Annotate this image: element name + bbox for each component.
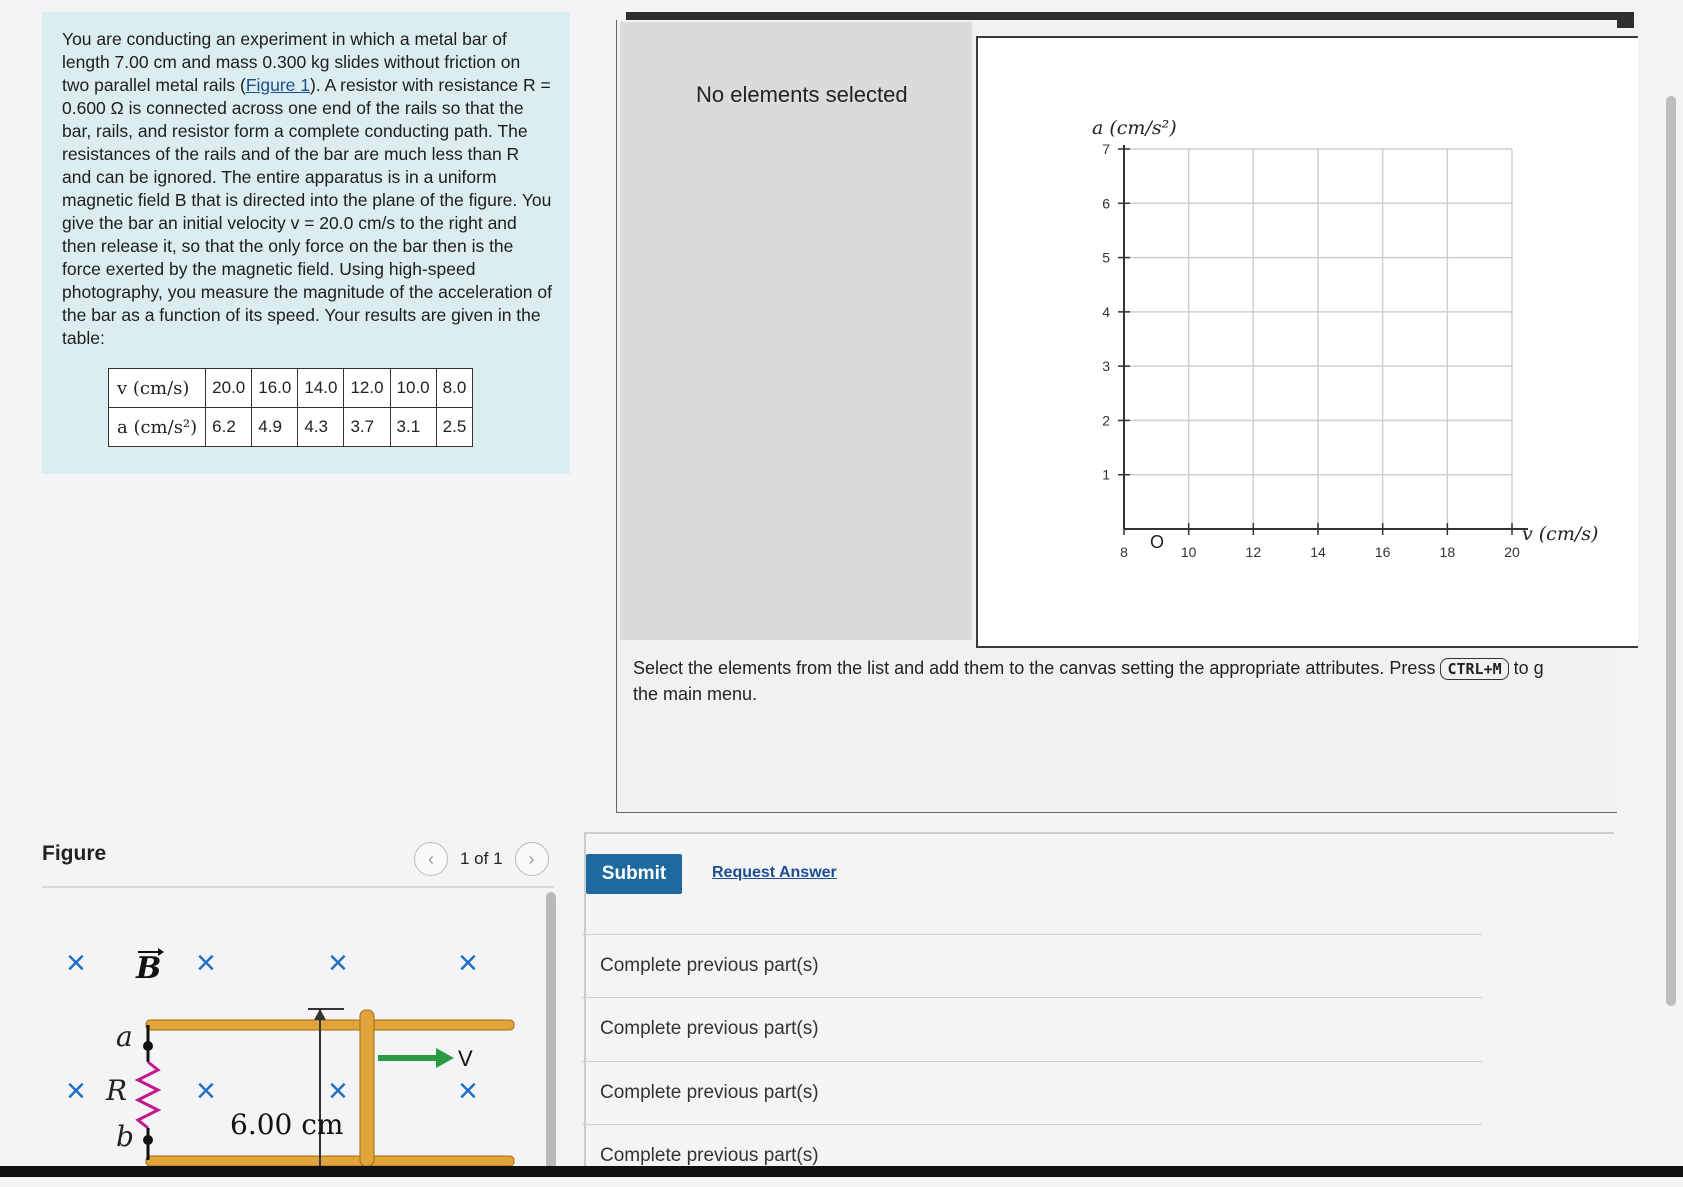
figure-page-count: 1 of 1 (460, 849, 503, 868)
table-cell: 3.7 (343, 407, 391, 447)
next-figure-button[interactable]: › (514, 842, 549, 876)
list-item: Complete previous part(s) (582, 934, 1482, 997)
figure-divider (42, 886, 554, 888)
velocity-arrowhead (436, 1048, 454, 1068)
problem-text-part2: ). A resistor with resistance R = 0.600 … (62, 75, 552, 348)
table-cell: 4.9 (251, 407, 299, 447)
table-cell: 2.5 (435, 407, 474, 447)
x-tick-label: 16 (1375, 544, 1391, 560)
node-a (143, 1041, 153, 1051)
table-row: a (cm/s²) 6.2 4.9 4.3 3.7 3.1 2.5 (107, 407, 474, 447)
table-cell: 10.0 (389, 368, 437, 408)
part-status: Complete previous part(s) (600, 1082, 819, 1103)
graph-grid (1123, 148, 1513, 530)
y-tick-label: 6 (1102, 195, 1110, 211)
x-tick-label: 14 (1310, 544, 1326, 560)
y-tick-label: 1 (1102, 467, 1110, 483)
list-item: Complete previous part(s) (582, 1124, 1482, 1187)
field-cross: × (328, 1072, 348, 1110)
table-cell: 3.1 (389, 407, 437, 447)
prev-figure-button[interactable]: ‹ (414, 842, 448, 876)
section-divider (584, 832, 1614, 834)
chevron-left-icon: ‹ (428, 848, 434, 869)
problem-text: You are conducting an experiment in whic… (62, 28, 552, 350)
field-cross: × (328, 944, 348, 982)
y-tick-label: 7 (1102, 141, 1110, 157)
figure-scrollbar[interactable] (546, 892, 556, 1177)
instructions-after-key: to g (1513, 658, 1544, 678)
circuit-figure: × × × × B a b R × × × × 6.00 cm V (66, 944, 515, 1166)
field-cross: × (196, 1072, 216, 1110)
bottom-rail (145, 1155, 515, 1166)
y-axis-label: a (cm/s²) (1092, 117, 1177, 139)
x-tick-label: 12 (1246, 544, 1262, 560)
part-status: Complete previous part(s) (600, 1145, 819, 1166)
figure-pager: ‹ 1 of 1 › (414, 842, 549, 876)
length-label: 6.00 cm (230, 1108, 343, 1141)
submit-button[interactable]: Submit (586, 854, 682, 894)
y-tick-label: 5 (1102, 250, 1110, 266)
figure-title: Figure (42, 842, 107, 865)
part-status: Complete previous part(s) (600, 955, 819, 976)
table-row: v (cm/s) 20.0 16.0 14.0 12.0 10.0 8.0 (107, 368, 474, 408)
palette-message: No elements selected (696, 82, 908, 107)
request-answer-link[interactable]: Request Answer (712, 864, 837, 882)
field-cross: × (66, 944, 86, 982)
y-tick-label: 4 (1102, 304, 1110, 320)
table-cell: 8.0 (435, 368, 474, 408)
data-table: v (cm/s) 20.0 16.0 14.0 12.0 10.0 8.0 a … (107, 368, 474, 447)
page-scrollbar[interactable] (1666, 96, 1676, 1006)
x-tick-label: 18 (1440, 544, 1456, 560)
part-status: Complete previous part(s) (600, 1018, 819, 1039)
instructions-line2: the main menu. (633, 684, 758, 704)
list-item: Complete previous part(s) (582, 1061, 1482, 1124)
x-tick-label: 10 (1181, 544, 1197, 560)
screen-bottom-edge (0, 1166, 1683, 1177)
chevron-right-icon: › (528, 848, 535, 869)
velocity-label: V (458, 1046, 473, 1071)
table-header-v: v (cm/s) (107, 368, 207, 408)
shortcut-key: CTRL+M (1440, 658, 1509, 680)
dimension-arrowhead (314, 1009, 326, 1020)
figure-link[interactable]: Figure 1 (246, 75, 310, 95)
table-cell: 20.0 (205, 368, 253, 408)
x-axis-label: v (cm/s) (1522, 523, 1598, 545)
table-cell: 16.0 (251, 368, 299, 408)
node-b (143, 1135, 153, 1145)
instructions-line1: Select the elements from the list and ad… (633, 658, 1436, 678)
table-cell: 14.0 (297, 368, 345, 408)
top-rail (145, 1019, 515, 1031)
instructions-text: Select the elements from the list and ad… (633, 655, 1623, 707)
resistor-label: R (105, 1074, 127, 1107)
x-tick-label: 8 (1120, 544, 1128, 560)
field-cross: × (196, 944, 216, 982)
x-tick-label: 20 (1504, 544, 1520, 560)
node-a-label: a (116, 1020, 133, 1053)
y-tick-label: 2 (1102, 412, 1110, 428)
table-header-a: a (cm/s²) (107, 407, 207, 447)
element-palette[interactable]: No elements selected (620, 22, 972, 640)
origin-label: O (1150, 532, 1164, 552)
node-b-label: b (116, 1120, 134, 1153)
resistor (134, 1060, 162, 1130)
problem-panel: You are conducting an experiment in whic… (42, 12, 570, 474)
sliding-bar (359, 1009, 375, 1166)
table-cell: 6.2 (205, 407, 253, 447)
list-item: Complete previous part(s) (582, 997, 1482, 1060)
field-cross: × (458, 1072, 478, 1110)
y-tick-label: 3 (1102, 358, 1110, 374)
table-cell: 12.0 (343, 368, 391, 408)
field-cross: × (458, 944, 478, 982)
b-field-label: B (135, 951, 161, 986)
graph-axes: 12345678 10 12 14 16 18 20 a (cm/s²) v (cm/s) … (1092, 117, 1598, 560)
field-cross: × (66, 1072, 86, 1110)
table-cell: 4.3 (297, 407, 345, 447)
